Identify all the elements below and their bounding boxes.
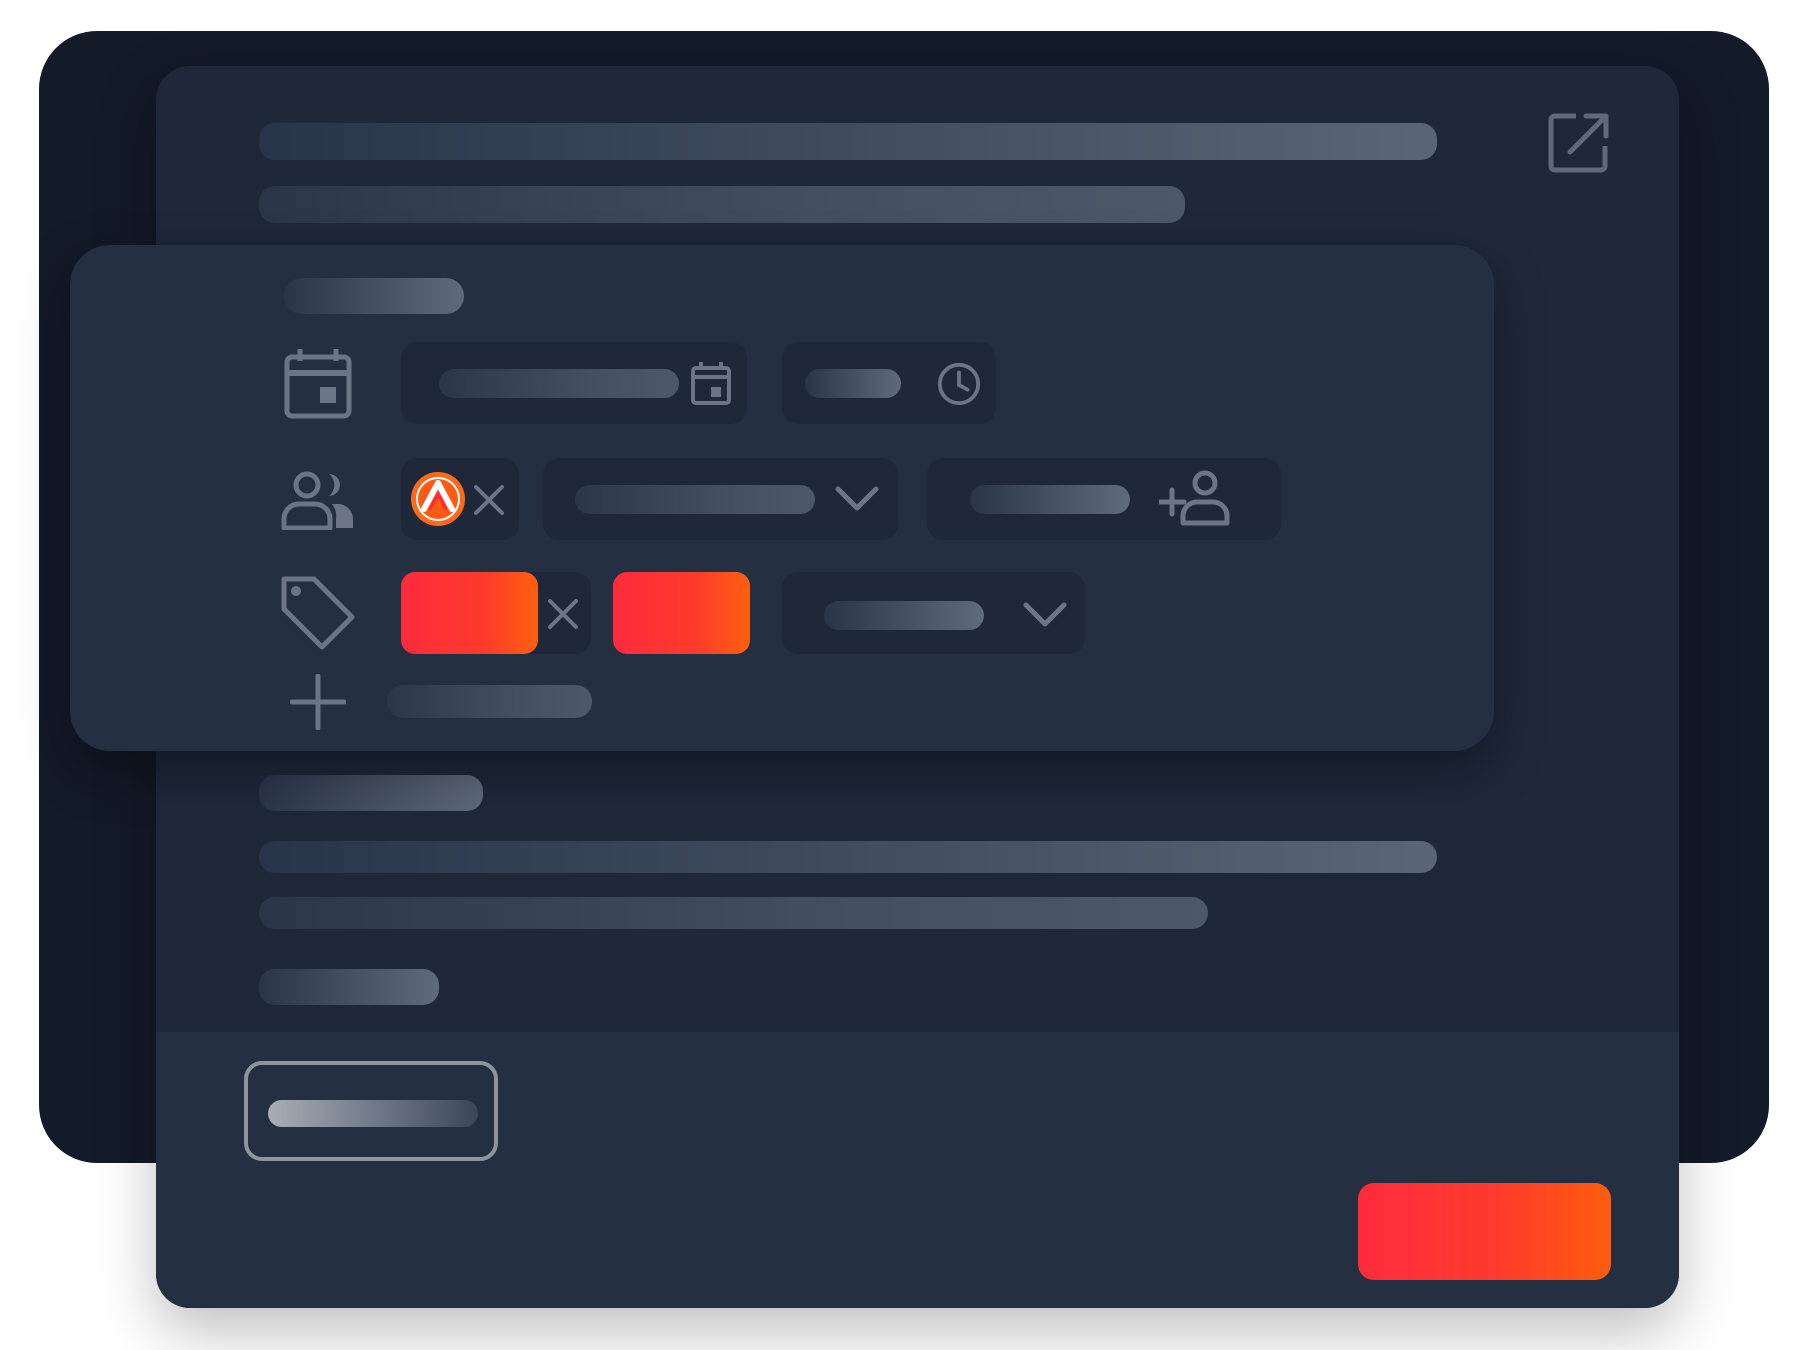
assignee-chip[interactable]: [401, 458, 519, 540]
description-line-1: [259, 841, 1437, 873]
title-line-1: [259, 123, 1437, 160]
add-assignee-field[interactable]: [927, 458, 1281, 540]
tag-chip-removable[interactable]: [401, 572, 591, 654]
plus-icon[interactable]: [290, 674, 346, 730]
external-link-icon[interactable]: [1548, 112, 1610, 174]
title-line-2: [259, 186, 1185, 223]
clock-icon[interactable]: [936, 361, 982, 407]
tag-dropdown[interactable]: [782, 572, 1085, 654]
time-field[interactable]: [782, 342, 996, 424]
description-line-2: [259, 897, 1208, 929]
assignee-dropdown-value: [575, 485, 815, 514]
section-heading: [259, 775, 483, 811]
time-value: [805, 369, 901, 398]
secondary-button-label: [268, 1100, 478, 1127]
popup-heading: [284, 278, 464, 314]
chevron-down-icon[interactable]: [1023, 602, 1067, 628]
section-heading-2: [259, 969, 439, 1005]
add-person-icon[interactable]: [1159, 470, 1235, 526]
calendar-small-icon[interactable]: [691, 361, 731, 405]
brand-logo-avatar: [411, 472, 465, 526]
tag-label-2[interactable]: [613, 572, 750, 654]
tag-dropdown-value: [824, 601, 984, 630]
assignee-dropdown[interactable]: [543, 458, 898, 540]
secondary-button[interactable]: [244, 1061, 498, 1161]
task-properties-popup: [70, 245, 1494, 751]
add-assignee-value: [970, 485, 1130, 514]
close-icon[interactable]: [547, 598, 579, 630]
calendar-icon: [284, 349, 352, 419]
chevron-down-icon[interactable]: [835, 486, 879, 512]
date-value: [439, 369, 679, 398]
tag-label-1[interactable]: [401, 572, 538, 654]
add-property-label[interactable]: [387, 685, 592, 718]
close-icon[interactable]: [473, 484, 505, 516]
primary-button[interactable]: [1358, 1183, 1611, 1280]
tag-icon: [281, 576, 355, 650]
people-icon: [281, 471, 353, 530]
date-field[interactable]: [401, 342, 747, 424]
